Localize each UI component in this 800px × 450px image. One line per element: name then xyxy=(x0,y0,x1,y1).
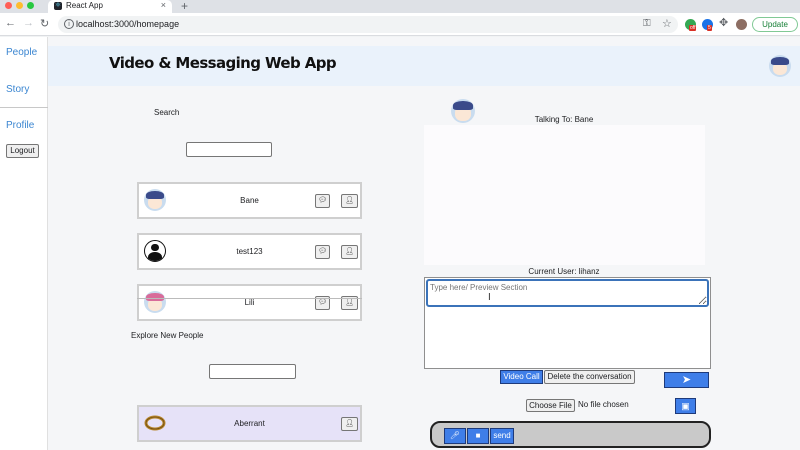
search-label: Search xyxy=(154,108,180,117)
composer-box xyxy=(424,277,711,369)
add-user-icon[interactable]: 👤︎ xyxy=(341,245,358,259)
microphone-button[interactable]: 🎤︎ xyxy=(444,428,466,444)
explore-label: Explore New People xyxy=(131,331,204,340)
talking-to-label: Talking To: Bane xyxy=(534,115,594,124)
update-button[interactable]: Update xyxy=(752,17,798,32)
image-icon: ▣ xyxy=(681,401,690,411)
delete-conversation-button[interactable]: Delete the conversation xyxy=(544,370,635,384)
key-icon[interactable]: ⚿ xyxy=(643,18,651,29)
profile-avatar[interactable] xyxy=(736,19,747,30)
search-input[interactable] xyxy=(186,142,272,157)
explore-card-aberrant[interactable]: Aberrant 👤︎ xyxy=(137,405,362,442)
maximize-window-button[interactable] xyxy=(27,2,34,9)
file-status-text: No file chosen xyxy=(578,400,629,409)
sidebar-item-profile[interactable]: Profile xyxy=(6,120,34,131)
stop-icon: ■ xyxy=(475,431,481,440)
browser-tab[interactable]: ⚛ React App × xyxy=(48,0,172,13)
image-upload-button[interactable]: ▣ xyxy=(675,398,696,414)
extension-icon[interactable]: off xyxy=(685,19,697,31)
close-tab-icon[interactable]: × xyxy=(161,0,166,10)
message-input[interactable] xyxy=(426,279,709,307)
sidebar-item-story[interactable]: Story xyxy=(6,84,29,95)
bookmark-star-icon[interactable]: ☆ xyxy=(662,17,672,30)
send-message-button[interactable]: ➤ xyxy=(664,372,709,388)
stop-button[interactable]: ■ xyxy=(467,428,489,444)
new-tab-button[interactable]: + xyxy=(181,0,188,13)
react-icon: ⚛ xyxy=(54,2,62,10)
message-area xyxy=(424,125,705,265)
extensions-puzzle-icon[interactable]: ✥ xyxy=(719,18,730,29)
user-avatar[interactable] xyxy=(769,55,791,77)
logout-button[interactable]: Logout xyxy=(6,144,39,158)
info-icon[interactable]: i xyxy=(64,19,74,29)
minimize-window-button[interactable] xyxy=(16,2,23,9)
back-arrow-icon[interactable]: ← xyxy=(5,17,16,29)
add-user-icon[interactable]: 👤︎ xyxy=(341,194,358,208)
url-text: localhost:3000/homepage xyxy=(76,19,180,29)
explore-search-input[interactable] xyxy=(209,364,296,379)
microphone-icon: 🎤︎ xyxy=(449,431,461,440)
forward-arrow-icon[interactable]: → xyxy=(23,17,34,29)
contact-card-bane[interactable]: Bane 💬︎ 👤︎ xyxy=(137,182,362,219)
app-header: Video & Messaging Web App xyxy=(48,46,800,86)
sidebar-item-people[interactable]: People xyxy=(6,47,37,58)
audio-recorder-bar: 🎤︎ ■ send xyxy=(430,421,711,448)
extension-icon[interactable]: 5 xyxy=(702,19,713,31)
video-call-button[interactable]: Video Call xyxy=(500,370,543,384)
send-audio-button[interactable]: send xyxy=(490,428,514,444)
tab-title: React App xyxy=(66,1,103,10)
page-title: Video & Messaging Web App xyxy=(109,54,337,72)
contact-name: Aberrant xyxy=(234,419,265,428)
browser-tab-bar: ⚛ React App × + xyxy=(0,0,800,13)
close-window-button[interactable] xyxy=(5,2,12,9)
list-divider xyxy=(137,298,362,299)
sidebar: People Story Profile Logout xyxy=(0,37,48,450)
send-arrow-icon: ➤ xyxy=(681,374,692,386)
current-user-label: Current User: lihanz xyxy=(528,267,600,276)
add-user-icon[interactable]: 👤︎ xyxy=(341,417,358,431)
address-bar[interactable]: i localhost:3000/homepage ⚿ ☆ xyxy=(58,16,678,33)
browser-toolbar: ← → ↻ i localhost:3000/homepage ⚿ ☆ off … xyxy=(0,13,800,36)
chat-bubble-icon[interactable]: 💬︎ xyxy=(315,245,330,259)
reload-icon[interactable]: ↻ xyxy=(40,17,49,30)
sidebar-divider xyxy=(0,107,48,108)
contact-card-lili[interactable]: Lili 💬︎ 👤︎ xyxy=(137,284,362,321)
text-cursor-icon: I xyxy=(488,292,491,303)
chat-bubble-icon[interactable]: 💬︎ xyxy=(315,194,330,208)
choose-file-button[interactable]: Choose File xyxy=(526,399,575,412)
contact-card-test123[interactable]: test123 💬︎ 👤︎ xyxy=(137,233,362,270)
